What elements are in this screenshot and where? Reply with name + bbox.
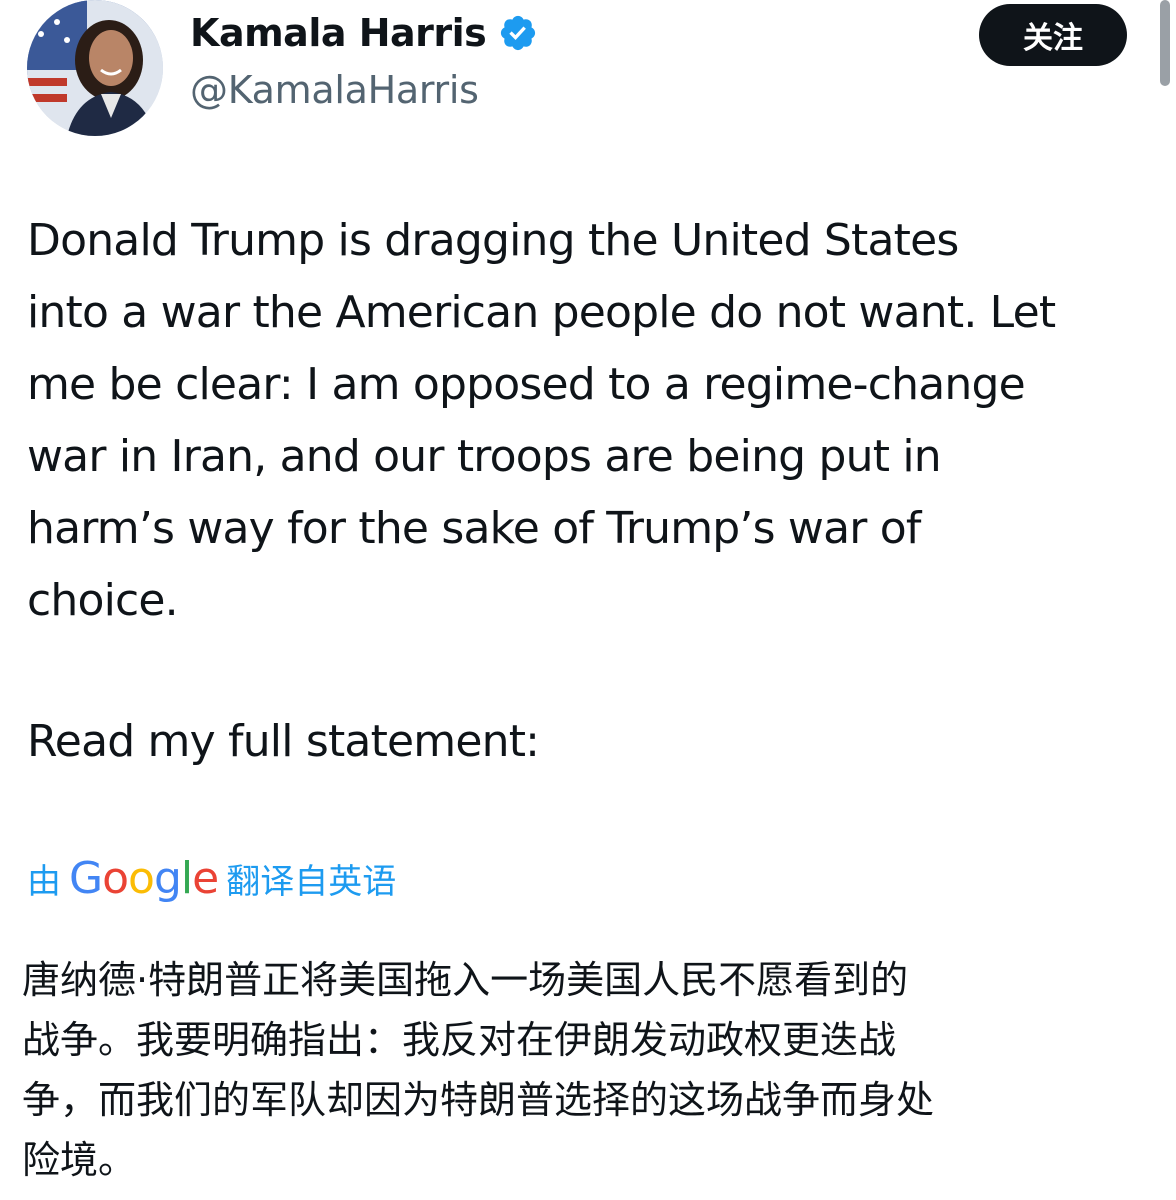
google-logo: Google (69, 852, 219, 904)
display-name[interactable]: Kamala Harris (190, 11, 487, 55)
avatar-photo (27, 0, 163, 136)
tweet-line: war in Iran, and our troops are being pu… (27, 431, 942, 482)
tweet-line: harm’s way for the sake of Trump’s war o… (27, 503, 921, 554)
tweet-line: choice. (27, 575, 179, 626)
tweet-text: Donald Trump is dragging the United Stat… (27, 205, 1167, 637)
translate-prefix: 由 (27, 861, 61, 902)
follow-button[interactable]: 关注 (979, 4, 1127, 66)
translated-line: 争，而我们的军队却因为特朗普选择的这场战争而身处 (22, 1078, 935, 1122)
translated-line: 险境。 (22, 1138, 137, 1182)
scrollbar-thumb[interactable] (1160, 0, 1170, 86)
translated-text: 唐纳德·特朗普正将美国拖入一场美国人民不愿看到的 战争。我要明确指出：我反对在伊… (22, 950, 1162, 1190)
verified-badge-icon (498, 13, 538, 53)
tweet-line: me be clear: I am opposed to a regime-ch… (27, 359, 1026, 410)
avatar[interactable] (27, 0, 163, 136)
user-handle[interactable]: @KamalaHarris (190, 68, 479, 112)
tweet-cta: Read my full statement: (27, 716, 540, 767)
translated-line: 战争。我要明确指出：我反对在伊朗发动政权更迭战 (22, 1018, 897, 1062)
tweet-page: Kamala Harris @KamalaHarris 关注 Donald Tr… (0, 0, 1176, 1200)
translated-line: 唐纳德·特朗普正将美国拖入一场美国人民不愿看到的 (22, 958, 909, 1002)
tweet-line: into a war the American people do not wa… (27, 287, 1056, 338)
author-name-row: Kamala Harris (190, 10, 538, 56)
translated-by-google-link[interactable]: 由 Google 翻译自英语 (27, 848, 396, 908)
translate-suffix: 翻译自英语 (226, 861, 397, 902)
tweet-line: Donald Trump is dragging the United Stat… (27, 215, 959, 266)
